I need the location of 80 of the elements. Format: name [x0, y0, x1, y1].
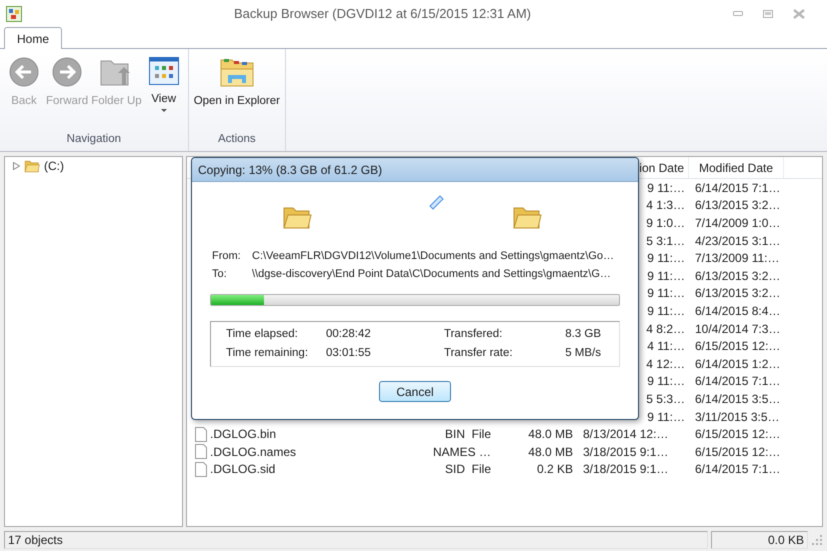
expander-icon[interactable] [13, 162, 20, 170]
ribbon-tab[interactable]: Home [4, 27, 62, 49]
app-icon [6, 6, 22, 22]
stat-label: Time remaining: [226, 346, 310, 360]
dialog-title: Copying: 13% (8.3 GB of 61.2 GB) [198, 162, 382, 178]
stat-value: 03:01:55 [326, 346, 372, 360]
modified-date: 7/13/2009 11:… [695, 250, 780, 268]
to-path: \\dgse-discovery\End Point Data\C\Documents and Settings\gmaentz\G… [252, 266, 611, 282]
modified-date: 7/14/2009 1:0… [695, 214, 780, 232]
stat-value: 5 MB/s [564, 346, 601, 360]
modified-date: 6/14/2015 7:1… [695, 180, 780, 197]
close-icon[interactable] [793, 8, 805, 18]
creation-date: 3/18/2015 9:1… [583, 461, 668, 478]
to-label: To: [212, 266, 228, 282]
creation-date: 9 11:… [647, 268, 685, 285]
creation-date: 9 11:… [647, 285, 685, 302]
stat-value: 00:28:42 [326, 327, 372, 342]
file-icon [195, 426, 207, 442]
maximize-icon[interactable] [763, 10, 773, 18]
resize-grip-icon[interactable] [811, 534, 823, 546]
file-size: 0.2 KB [536, 461, 573, 478]
creation-date: 9 11:… [647, 302, 685, 320]
creation-date: 9 11:… [647, 373, 685, 390]
file-size: 48.0 MB [528, 426, 573, 444]
from-path: C:\VeeamFLR\DGVDI12\Volume1\Documents and Settings\gmaentz\Go… [252, 249, 614, 264]
modified-date: 6/15/2015 12:… [695, 338, 780, 356]
creation-date: 4 12:… [646, 356, 685, 373]
tree-item[interactable]: (C:) [44, 157, 64, 175]
file-name[interactable]: .DGLOG.names [210, 442, 296, 461]
cancel-button[interactable]: Cancel [379, 381, 451, 402]
total-size: 0.0 KB [768, 532, 804, 549]
file-icon [195, 444, 207, 460]
object-count: 17 objects [8, 532, 63, 549]
creation-date: 9 11:… [647, 408, 685, 426]
folder-icon [24, 158, 40, 174]
modified-date: 6/13/2015 3:2… [695, 197, 780, 214]
from-label: From: [212, 249, 242, 264]
file-name[interactable]: .DGLOG.bin [210, 425, 276, 444]
modified-date: 6/14/2015 7:1… [695, 373, 780, 390]
flying-paper-icon [428, 194, 444, 210]
file-type: SID File [444, 461, 491, 478]
creation-date: 3/18/2015 9:1… [583, 444, 668, 461]
modified-date: 4/23/2015 3:1… [695, 232, 780, 250]
modified-date: 10/4/2014 7:3… [695, 320, 780, 338]
stat-value: 8.3 GB [564, 327, 601, 342]
creation-date: 4 11:… [647, 338, 685, 356]
stat-label: Transfered: [444, 327, 504, 342]
ribbon-button[interactable]: Open in Explorer [192, 57, 281, 131]
stat-label: Time elapsed: [226, 327, 299, 342]
modified-date: 6/13/2015 3:2… [695, 285, 780, 302]
modified-date: 6/14/2015 7:1… [695, 461, 780, 478]
modified-date: 6/13/2015 3:2… [695, 268, 780, 285]
creation-date: 4 8:2… [646, 320, 685, 338]
group-label: Navigation [66, 132, 122, 147]
ribbon-button[interactable]: View [144, 57, 184, 131]
minimize-icon[interactable] [733, 10, 743, 16]
file-type: NAMES … [432, 444, 491, 461]
creation-date: 9 11:… [647, 250, 685, 268]
folder-icon [220, 57, 254, 87]
modified-date: 6/14/2015 1:2… [695, 356, 780, 373]
creation-date: 4 1:3… [646, 197, 685, 214]
modified-date: 6/15/2015 12:… [695, 444, 780, 461]
creation-date: 5 5:3… [646, 390, 685, 408]
creation-date: 9 11:… [647, 180, 685, 197]
creation-date: 9 1:0… [646, 214, 685, 232]
file-type: BIN File [444, 426, 491, 444]
group-label: Actions [216, 132, 257, 147]
creation-date: 8/13/2014 12:… [583, 426, 668, 444]
stat-label: Transfer rate: [444, 346, 514, 360]
file-name[interactable]: .DGLOG.sid [210, 460, 276, 478]
file-size: 48.0 MB [528, 444, 573, 461]
modified-date: 6/14/2015 3:5… [695, 390, 780, 408]
file-icon [195, 462, 207, 477]
window-title: Backup Browser (DGVDI12 at 6/15/2015 12:31 AM) [234, 4, 531, 23]
modified-date: 6/14/2015 8:4… [695, 302, 780, 320]
modified-date: 3/11/2015 3:5… [695, 408, 780, 426]
modified-date: 6/15/2015 12:… [695, 426, 780, 444]
view-window-icon [148, 57, 179, 85]
column-header[interactable]: Modified Date [689, 157, 784, 178]
creation-date: 5 3:1… [646, 232, 685, 250]
